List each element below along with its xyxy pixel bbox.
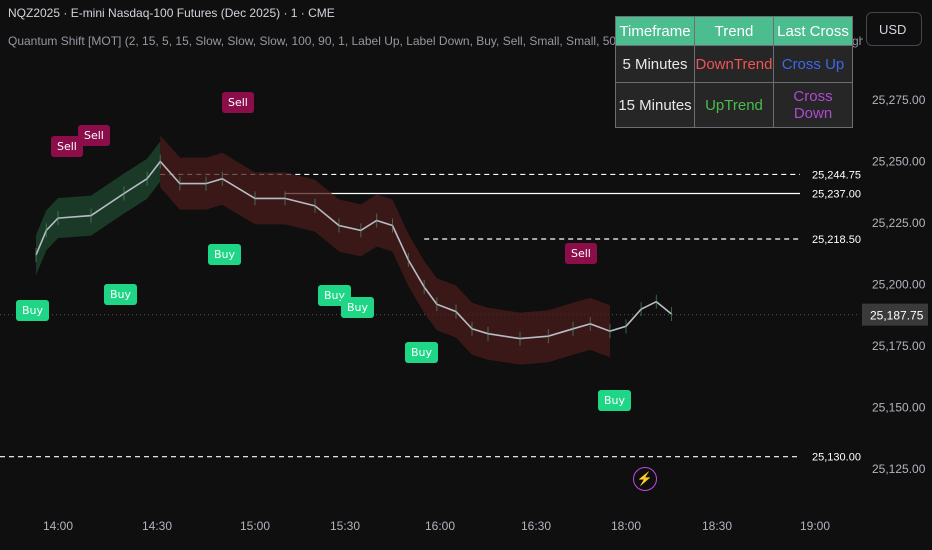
y-tick-label: 25,250.00 bbox=[872, 155, 926, 169]
price-level-label: 25,218.50 bbox=[812, 234, 861, 246]
price-level-label: 25,237.00 bbox=[812, 188, 861, 200]
sell-signal-label: Sell bbox=[78, 125, 110, 146]
trend-15m: UpTrend bbox=[694, 82, 774, 128]
buy-signal-label: Buy bbox=[16, 300, 50, 321]
y-tick-label: 25,125.00 bbox=[872, 462, 926, 476]
price-level-label: 25,244.75 bbox=[812, 169, 861, 181]
buy-signal-label: Buy bbox=[598, 390, 632, 411]
table-header-last-cross: Last Cross bbox=[773, 16, 853, 46]
x-tick-label: 18:00 bbox=[611, 519, 641, 533]
lightning-icon[interactable]: ⚡ bbox=[633, 467, 657, 491]
x-tick-label: 16:30 bbox=[521, 519, 551, 533]
trend-5m: DownTrend bbox=[694, 45, 774, 83]
buy-signal-label: Buy bbox=[405, 342, 439, 363]
currency-selector[interactable]: USD bbox=[866, 12, 922, 46]
cross-15m: Cross Down bbox=[773, 82, 853, 128]
buy-signal-label: Buy bbox=[208, 244, 242, 265]
uptrend-cloud bbox=[36, 141, 161, 275]
x-tick-label: 15:30 bbox=[330, 519, 360, 533]
buy-signal-label: Buy bbox=[104, 284, 138, 305]
x-tick-label: 16:00 bbox=[425, 519, 455, 533]
chart-title: NQZ2025 · E-mini Nasdaq-100 Futures (Dec… bbox=[8, 6, 335, 20]
cross-5m: Cross Up bbox=[773, 45, 853, 83]
x-tick-label: 18:30 bbox=[702, 519, 732, 533]
y-tick-label: 25,175.00 bbox=[872, 339, 926, 353]
last-price-label: 25,187.75 bbox=[870, 309, 924, 323]
timeframe-15m: 15 Minutes bbox=[615, 82, 695, 128]
sell-signal-label: Sell bbox=[222, 92, 254, 113]
x-tick-label: 14:30 bbox=[142, 519, 172, 533]
x-tick-label: 15:00 bbox=[240, 519, 270, 533]
timeframe-5m: 5 Minutes bbox=[615, 45, 695, 83]
trend-table: Timeframe Trend Last Cross 5 Minutes Dow… bbox=[615, 16, 853, 128]
y-tick-label: 25,275.00 bbox=[872, 93, 926, 107]
x-tick-label: 19:00 bbox=[800, 519, 830, 533]
y-tick-label: 25,200.00 bbox=[872, 278, 926, 292]
table-header-trend: Trend bbox=[694, 16, 774, 46]
price-level-label: 25,130.00 bbox=[812, 452, 861, 464]
y-tick-label: 25,150.00 bbox=[872, 401, 926, 415]
x-tick-label: 14:00 bbox=[43, 519, 73, 533]
y-tick-label: 25,225.00 bbox=[872, 216, 926, 230]
buy-signal-label: Buy bbox=[341, 297, 375, 318]
sell-signal-label: Sell bbox=[565, 243, 597, 264]
table-header-timeframe: Timeframe bbox=[615, 16, 695, 46]
